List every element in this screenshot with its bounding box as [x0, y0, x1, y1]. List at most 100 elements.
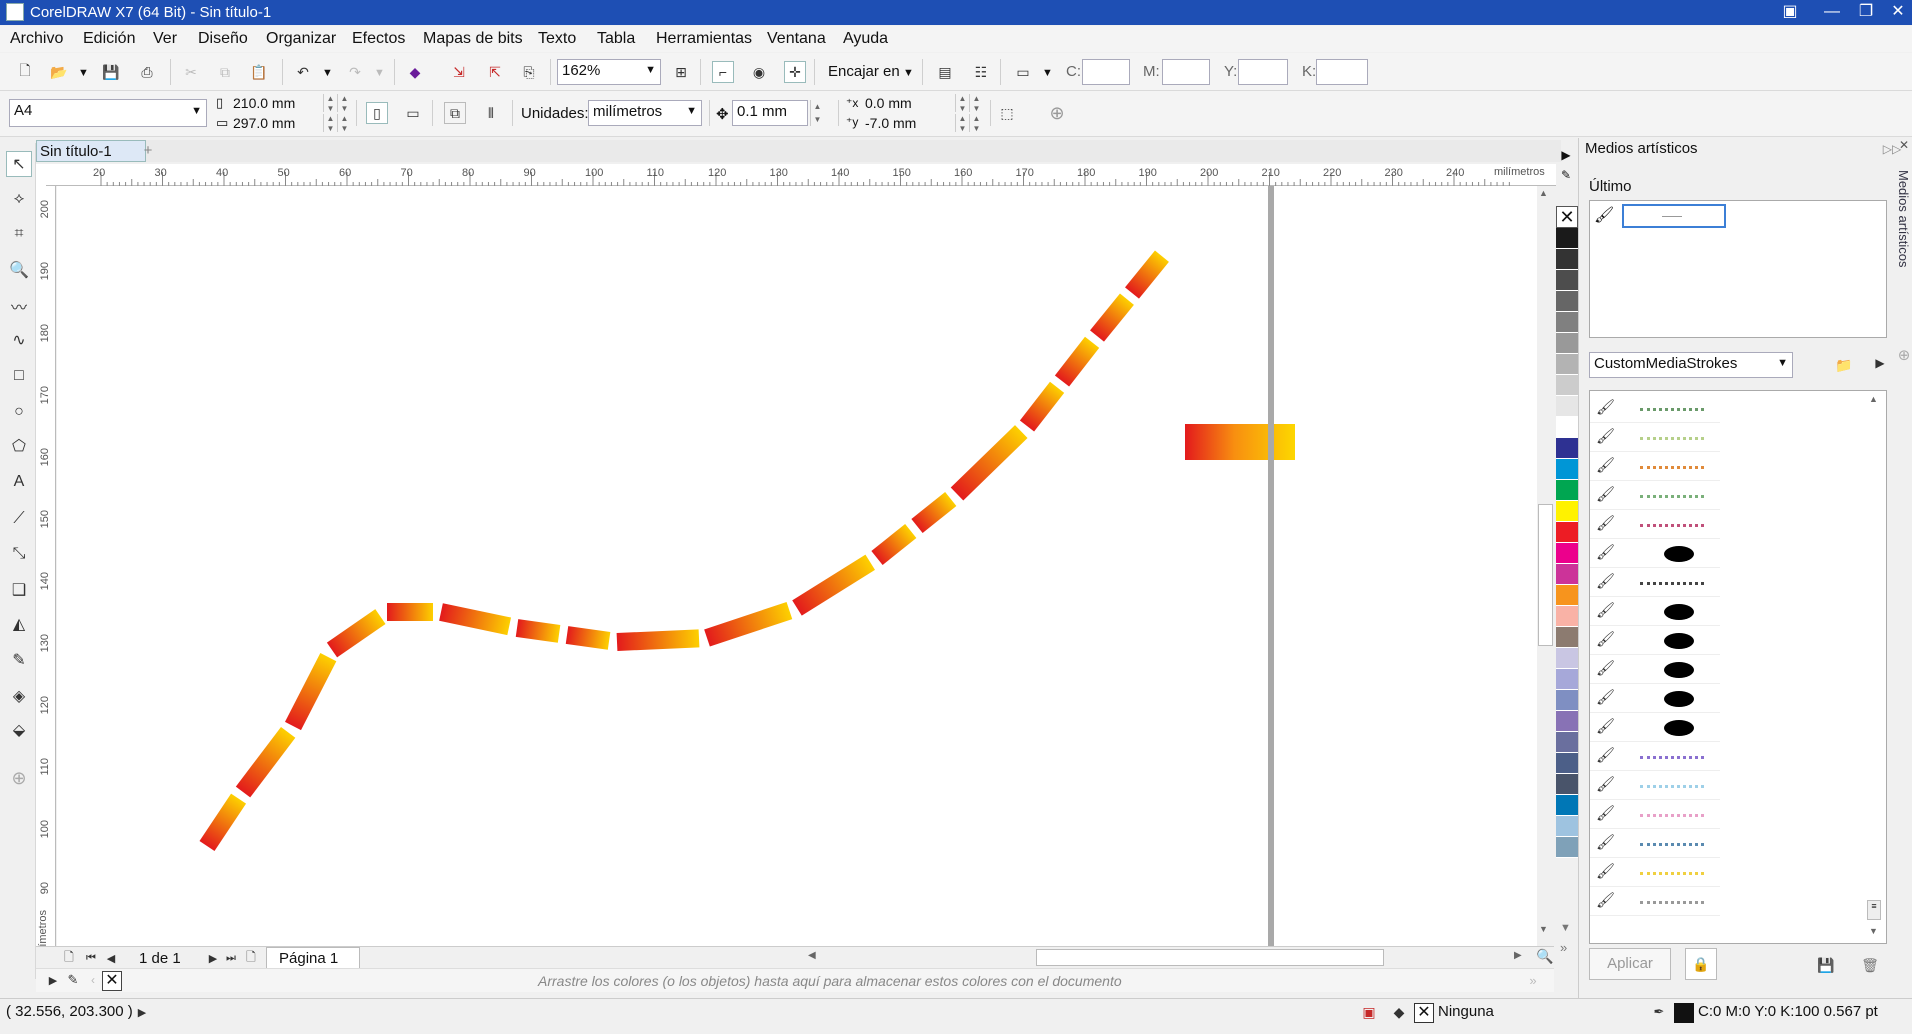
palette-swatch[interactable] — [1556, 648, 1578, 669]
width-spinner-2[interactable]: ▲ ▼ — [337, 94, 351, 113]
horizontal-scroll-thumb[interactable] — [1036, 949, 1384, 966]
save-brush-icon[interactable]: 💾 — [1815, 954, 1837, 976]
lock-icon[interactable]: 🔒 — [1685, 948, 1717, 980]
snap-to-dropdown[interactable]: Encajar en — [828, 63, 900, 80]
palette-flyout-icon[interactable]: ▶ — [1556, 148, 1576, 166]
brush-stroke-item[interactable]: 🖌 — [1590, 714, 1720, 742]
add-page-after-icon[interactable]: 🗋 — [240, 947, 262, 969]
magenta-input[interactable] — [1162, 59, 1210, 85]
recent-stroke-selected[interactable] — [1622, 204, 1726, 228]
vertical-scrollbar[interactable]: ▲ ▼ — [1537, 186, 1554, 946]
undo-dropdown[interactable]: ▼ — [322, 67, 333, 79]
menu-mapas-de-bits[interactable]: Mapas de bits — [423, 30, 523, 48]
transparency-tool-icon[interactable]: ◭ — [6, 611, 32, 637]
page-size-select[interactable]: A4 ▼ — [9, 99, 207, 127]
open-icon[interactable]: 📂 — [48, 61, 70, 83]
close-button[interactable]: ✕ — [1878, 0, 1912, 25]
duplicate-x-input[interactable]: 0.0 mm — [862, 94, 954, 114]
palette-swatch[interactable] — [1556, 333, 1578, 354]
palette-swatch[interactable] — [1556, 627, 1578, 648]
smart-fill-tool-icon[interactable]: ⬙ — [6, 717, 32, 743]
print-icon[interactable]: ⎙ — [136, 61, 158, 83]
application-launcher-icon[interactable]: ▭ — [1012, 61, 1034, 83]
zoom-tool-icon[interactable]: 🔍 — [6, 257, 32, 283]
no-fill-swatch-icon[interactable]: ✕ — [1556, 206, 1578, 228]
publish-pdf-icon[interactable]: ⎘ — [518, 61, 540, 83]
stroke-list-scroll-thumb[interactable]: ≡ — [1867, 900, 1881, 920]
dup-x-spinner[interactable]: ▲ ▼ — [955, 94, 969, 113]
treat-as-filled-icon[interactable]: ⬚ — [996, 102, 1018, 124]
palette-swatch[interactable] — [1556, 522, 1578, 543]
brush-stroke-item[interactable]: 🖌 — [1590, 888, 1720, 916]
menu-organizar[interactable]: Organizar — [266, 30, 336, 48]
landscape-icon[interactable]: ▭ — [402, 102, 424, 124]
drop-shadow-tool-icon[interactable]: ❑ — [6, 577, 32, 603]
add-page-before-icon[interactable]: 🗋 — [58, 947, 80, 969]
brush-stroke-item[interactable]: 🖌 — [1590, 540, 1720, 568]
new-document-tab-icon[interactable]: + — [138, 142, 158, 160]
nudge-spinner[interactable]: ▲ ▼ — [810, 100, 824, 126]
page-tab[interactable]: Página 1 — [266, 947, 360, 969]
brush-stroke-item[interactable]: 🖌 — [1590, 424, 1720, 452]
full-screen-icon[interactable]: ⊞ — [670, 61, 692, 83]
previous-page-icon[interactable]: ◀ — [100, 947, 122, 969]
units-select[interactable]: milímetros ▼ — [588, 100, 702, 126]
menu-efectos[interactable]: Efectos — [352, 30, 405, 48]
brush-stroke-dashes[interactable] — [199, 250, 1169, 851]
menu-herramientas[interactable]: Herramientas — [656, 30, 752, 48]
menu-edicion[interactable]: Edición — [83, 30, 135, 48]
copy-icon[interactable]: ⧉ — [214, 61, 236, 83]
shape-tool-icon[interactable]: ⟡ — [6, 186, 32, 212]
pick-tool-icon[interactable]: ↖ — [6, 151, 32, 177]
menu-ayuda[interactable]: Ayuda — [843, 30, 888, 48]
palette-swatch[interactable] — [1556, 690, 1578, 711]
dup-y-spinner-2[interactable]: ▲ ▼ — [969, 114, 983, 133]
document-palette-flyout-icon[interactable]: ▶ — [42, 969, 64, 991]
palette-swatch[interactable] — [1556, 291, 1578, 312]
document-palette-right-icon[interactable]: » — [1522, 969, 1544, 991]
palette-swatch[interactable] — [1556, 354, 1578, 375]
palette-swatch[interactable] — [1556, 606, 1578, 627]
stroke-list-scroll-down-icon[interactable]: ▼ — [1869, 926, 1878, 936]
dup-x-spinner-2[interactable]: ▲ ▼ — [969, 94, 983, 113]
portrait-icon[interactable]: ▯ — [366, 102, 388, 124]
zoom-level-select[interactable]: 162% ▼ — [557, 59, 661, 85]
palette-swatch[interactable] — [1556, 732, 1578, 753]
palette-swatch[interactable] — [1556, 501, 1578, 522]
brush-stroke-item[interactable]: 🖌 — [1590, 830, 1720, 858]
palette-swatch[interactable] — [1556, 438, 1578, 459]
add-docker-icon[interactable]: ⊕ — [1896, 346, 1912, 366]
last-page-icon[interactable]: ⏭ — [220, 947, 242, 969]
brush-stroke-item[interactable]: 🖌 — [1590, 395, 1720, 423]
menu-archivo[interactable]: Archivo — [10, 30, 63, 48]
palette-swatch[interactable] — [1556, 480, 1578, 501]
document-palette-eyedropper-icon[interactable]: ✎ — [62, 969, 84, 991]
nudge-distance-input[interactable]: 0.1 mm — [732, 100, 808, 126]
polygon-tool-icon[interactable]: ⬠ — [6, 433, 32, 459]
document-palette[interactable]: ▶ ✎ ‹ ✕ Arrastre los colores (o los obje… — [36, 968, 1554, 992]
horizontal-ruler[interactable]: 20 30 40 50 60 70 80 90 100 110 120 130 140 150 160 170… — [46, 164, 1556, 186]
palette-expand-icon[interactable]: » — [1560, 940, 1567, 955]
palette-swatch[interactable] — [1556, 795, 1578, 816]
connector-tool-icon[interactable]: ⤡ — [6, 541, 32, 567]
palette-swatch[interactable] — [1556, 375, 1578, 396]
drawing-canvas[interactable] — [57, 186, 1537, 946]
redo-dropdown[interactable]: ▼ — [374, 67, 385, 79]
brush-stroke-item[interactable]: 🖌 — [1590, 772, 1720, 800]
brush-stroke-item[interactable]: 🖌 — [1590, 569, 1720, 597]
scroll-down-icon[interactable]: ▼ — [1539, 924, 1548, 934]
brush-stroke-item[interactable]: 🖌 — [1590, 859, 1720, 887]
menu-texto[interactable]: Texto — [538, 30, 576, 48]
brush-stroke-item[interactable]: 🖌 — [1590, 482, 1720, 510]
paste-icon[interactable]: 📋 — [248, 61, 270, 83]
document-tab[interactable]: Sin título-1 — [36, 140, 146, 162]
menu-ver[interactable]: Ver — [153, 30, 177, 48]
ruler-origin[interactable] — [36, 164, 46, 186]
export-icon[interactable]: ⇱ — [484, 61, 506, 83]
menu-ventana[interactable]: Ventana — [767, 30, 826, 48]
palette-swatch[interactable] — [1556, 711, 1578, 732]
palette-swatch[interactable] — [1556, 837, 1578, 858]
color-proof-icon[interactable]: ▣ — [1358, 1001, 1380, 1023]
duplicate-y-input[interactable]: -7.0 mm — [862, 114, 954, 134]
eyedropper-tool-icon[interactable]: ✎ — [6, 647, 32, 673]
